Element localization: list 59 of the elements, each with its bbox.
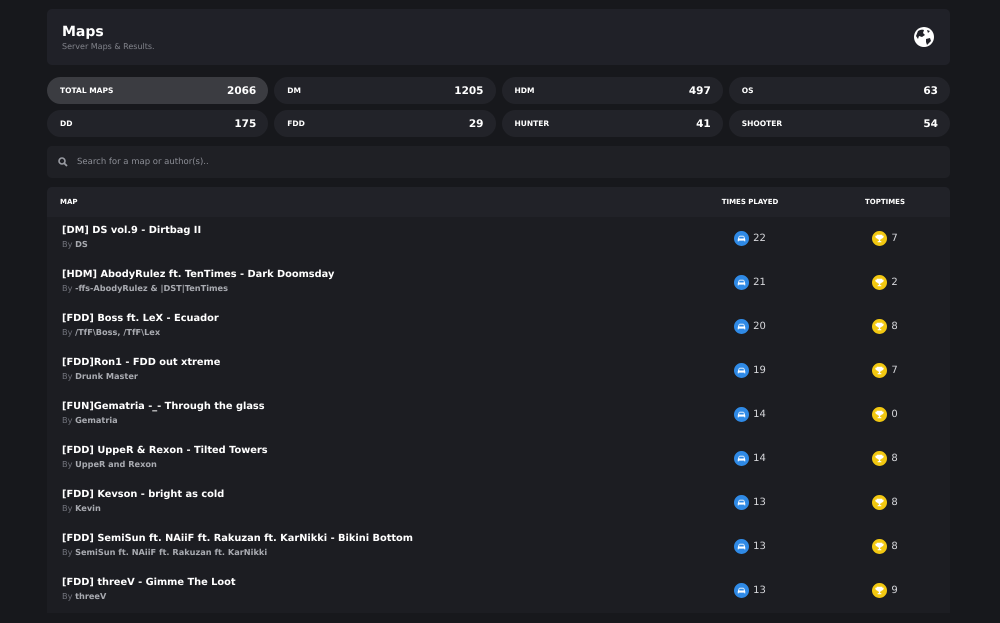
count-text: 7	[891, 233, 898, 244]
map-author: By SemiSun ft. NAiiF ft. Rakuzan ft. KarNikki	[62, 546, 268, 558]
map-author: By Kevin	[62, 502, 102, 514]
car-icon	[734, 451, 750, 466]
trophy-icon	[872, 407, 888, 422]
map-author: By /TfF\Boss, /TfF\Lex	[62, 326, 162, 338]
count-text: 8	[891, 321, 898, 332]
map-title[interactable]: [FDD] Kevson - bright as cold	[62, 488, 680, 502]
map-author: By -ffs-AbodyRulez & |DST|TenTimes	[62, 282, 229, 294]
map-author: By Gematria	[62, 414, 119, 426]
trophy-icon	[872, 583, 888, 598]
count-text: 8	[891, 541, 898, 552]
map-title[interactable]: [FDD]Ron1 - FDD out xtreme	[62, 356, 680, 370]
count-text: 9	[891, 585, 898, 596]
search-icon	[58, 157, 68, 167]
map-author: By Drunk Master	[62, 370, 139, 382]
trophy-icon	[872, 319, 888, 334]
count-text: 19	[753, 365, 766, 376]
car-icon	[734, 583, 750, 598]
page-title: Maps	[62, 24, 105, 40]
car-icon	[734, 275, 750, 290]
car-icon	[734, 231, 750, 246]
trophy-icon	[872, 495, 888, 510]
map-author: By DS	[62, 238, 89, 250]
count-text: 20	[753, 321, 766, 332]
count-text: 8	[891, 453, 898, 464]
trophy-icon	[872, 231, 888, 246]
trophy-icon	[872, 363, 888, 378]
count-text: 22	[753, 233, 766, 244]
count-text: 13	[753, 497, 766, 508]
car-icon	[734, 319, 750, 334]
map-author: By threeV	[62, 590, 108, 602]
trophy-icon	[872, 451, 888, 466]
car-icon	[734, 495, 750, 510]
count-text: 14	[753, 453, 766, 464]
trophy-icon	[872, 539, 888, 554]
map-title[interactable]: [HDM] AbodyRulez ft. TenTimes - Dark Doomsday	[62, 268, 680, 282]
map-title[interactable]: [FDD] Boss ft. LeX - Ecuador	[62, 312, 680, 326]
map-author: By UppeR and Rexon	[62, 458, 158, 470]
car-icon	[734, 539, 750, 554]
count-text: 7	[891, 365, 898, 376]
page-subtitle: Server Maps & Results.	[62, 42, 155, 50]
count-text: 2	[891, 277, 898, 288]
car-icon	[734, 407, 750, 422]
map-title[interactable]: [DM] DS vol.9 - Dirtbag II	[62, 224, 680, 238]
count-text: 21	[753, 277, 766, 288]
car-icon	[734, 363, 750, 378]
map-title[interactable]: [FUN]Gematria -_- Through the glass	[62, 400, 680, 414]
map-title[interactable]: [FDD] threeV - Gimme The Loot	[62, 576, 680, 590]
count-text: 8	[891, 497, 898, 508]
count-text: 13	[753, 541, 766, 552]
map-title[interactable]: [FDD] SemiSun ft. NAiiF ft. Rakuzan ft. KarNikki - Bikini Bottom	[62, 532, 680, 546]
search-field[interactable]: Search for a map or author(s)..	[47, 146, 950, 178]
count-text: 13	[753, 585, 766, 596]
count-text: 0	[891, 409, 898, 420]
map-title[interactable]: [FDD] UppeR & Rexon - Tilted Towers	[62, 444, 680, 458]
globe-icon	[913, 26, 935, 48]
count-text: 14	[753, 409, 766, 420]
trophy-icon	[872, 275, 888, 290]
